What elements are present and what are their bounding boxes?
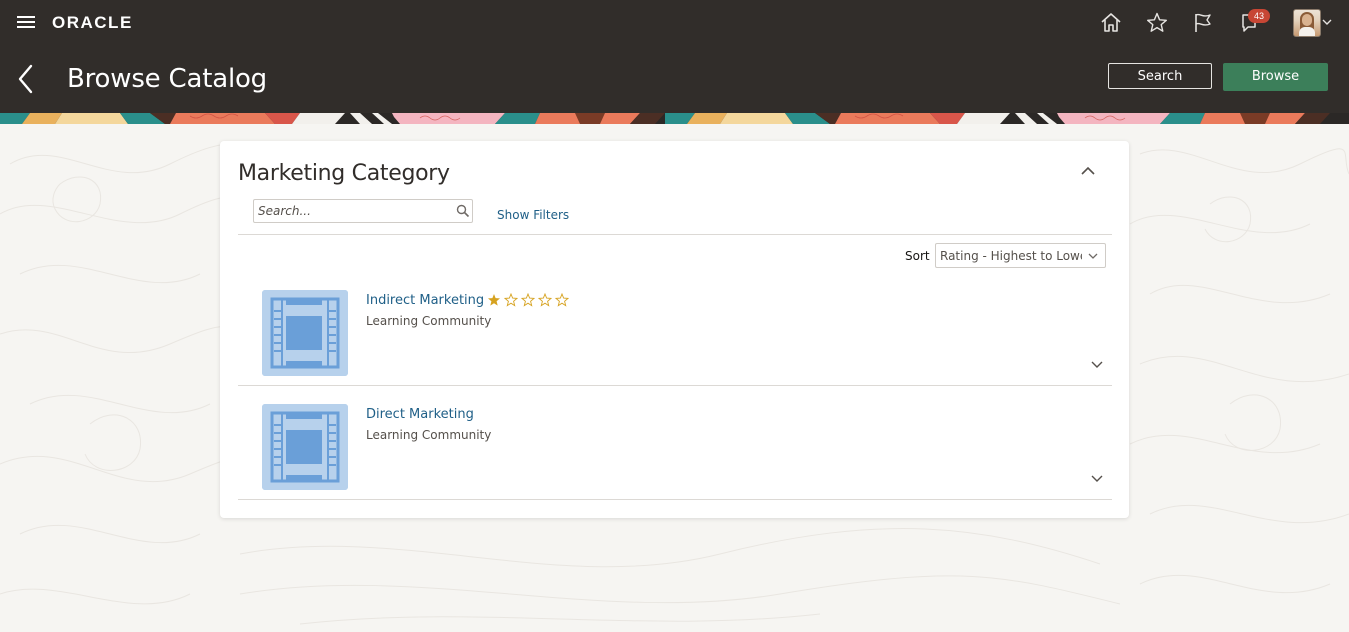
user-avatar[interactable] — [1293, 9, 1321, 37]
item-subtitle: Learning Community — [366, 428, 492, 442]
favorites-star-icon[interactable] — [1144, 10, 1170, 36]
notification-count-badge[interactable]: 43 — [1248, 9, 1270, 23]
decorative-banner — [0, 113, 1349, 124]
search-icon[interactable] — [456, 204, 470, 218]
chevron-down-icon[interactable] — [1090, 474, 1104, 483]
video-thumbnail-icon[interactable] — [262, 404, 348, 490]
menu-icon[interactable] — [17, 16, 35, 30]
chevron-down-icon[interactable] — [1321, 17, 1333, 27]
page-title: Browse Catalog — [67, 64, 267, 94]
global-header: ORACLE 43 Browse Catalog Search Browse — [0, 0, 1349, 113]
marketing-category-panel: Marketing Category Show Filters Sort Rat… — [220, 141, 1129, 518]
divider — [238, 234, 1112, 235]
browse-button[interactable]: Browse — [1223, 63, 1328, 91]
chevron-down-icon — [1088, 253, 1098, 259]
sort-label: Sort — [905, 249, 930, 263]
back-arrow-icon[interactable] — [16, 63, 36, 95]
sort-select[interactable]: Rating - Highest to Lowest — [935, 243, 1106, 268]
home-icon[interactable] — [1098, 10, 1124, 36]
video-thumbnail-icon[interactable] — [262, 290, 348, 376]
sort-selected-value: Rating - Highest to Lowest — [940, 249, 1082, 263]
divider — [238, 385, 1112, 386]
item-title-link[interactable]: Direct Marketing — [366, 407, 474, 422]
item-title-link[interactable]: Indirect Marketing — [366, 293, 484, 308]
divider — [238, 499, 1112, 500]
panel-title: Marketing Category — [238, 161, 450, 186]
star-rating — [488, 293, 570, 307]
list-item: Indirect Marketing Learning Community — [238, 280, 1112, 394]
list-item: Direct Marketing Learning Community — [238, 394, 1112, 508]
flag-icon[interactable] — [1190, 10, 1216, 36]
item-subtitle: Learning Community — [366, 314, 492, 328]
chevron-down-icon[interactable] — [1090, 360, 1104, 369]
search-button[interactable]: Search — [1108, 63, 1212, 89]
chevron-up-icon[interactable] — [1079, 164, 1097, 178]
oracle-logo[interactable]: ORACLE — [52, 13, 133, 33]
show-filters-link[interactable]: Show Filters — [497, 208, 569, 222]
search-input[interactable] — [258, 202, 448, 220]
search-field[interactable] — [253, 199, 473, 223]
